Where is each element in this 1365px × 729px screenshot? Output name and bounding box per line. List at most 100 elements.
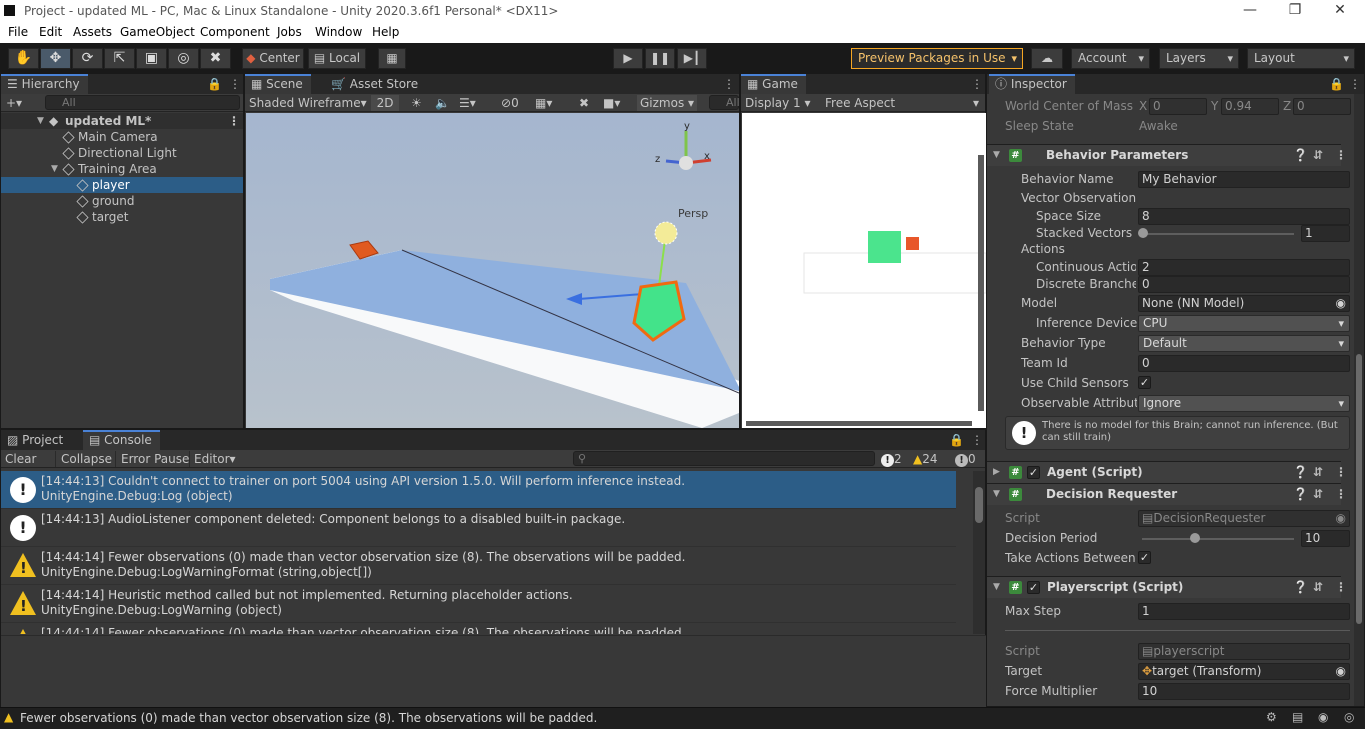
inspector-scrollbar[interactable] — [1354, 94, 1364, 706]
scene-search-input[interactable]: All — [709, 95, 740, 110]
hierarchy-item-directional-light[interactable]: Directional Light — [1, 145, 243, 161]
menu-edit[interactable]: Edit — [39, 25, 62, 39]
pause-button[interactable]: ❚❚ — [645, 48, 675, 69]
component-menu-icon[interactable]: ⋮ — [1335, 577, 1347, 598]
info-count-toggle[interactable]: ! 2 — [881, 451, 902, 467]
help-icon[interactable]: ❔ — [1293, 484, 1308, 505]
error-count-toggle[interactable]: ! 0 — [955, 451, 976, 467]
hierarchy-item-main-camera[interactable]: Main Camera — [1, 129, 243, 145]
transform-tool-icon[interactable]: ◎ — [168, 48, 199, 69]
editor-dropdown[interactable]: Editor▾ — [189, 451, 236, 467]
lock-icon[interactable]: 🔒 — [207, 77, 222, 91]
toggle-2d-button[interactable]: 2D — [371, 95, 399, 111]
observable-attribute-dropdown[interactable]: Ignore — [1138, 395, 1350, 412]
target-field[interactable]: ✥target (Transform) ◉ — [1138, 663, 1350, 680]
console-scrollbar[interactable] — [973, 471, 985, 634]
playerscript-header[interactable]: ▼ # ✓ Playerscript (Script) ❔ ⇵ ⋮ — [987, 576, 1347, 598]
force-multiplier-field[interactable]: 10 — [1138, 683, 1350, 700]
scene-root-row[interactable]: ▼ ◆ updated ML* ⋮ — [1, 113, 243, 129]
rect-tool-icon[interactable]: ▣ — [136, 48, 167, 69]
decision-period-field[interactable]: 10 — [1301, 530, 1350, 547]
stacked-vectors-slider[interactable] — [1142, 233, 1294, 235]
restore-icon[interactable]: ❐ — [1283, 2, 1307, 20]
cache-icon[interactable]: ▤ — [1292, 710, 1303, 724]
space-size-field[interactable]: 8 — [1138, 208, 1350, 225]
tab-hierarchy[interactable]: ☰ Hierarchy — [1, 74, 88, 94]
console-scroll-thumb[interactable] — [975, 487, 983, 523]
persp-label[interactable]: Persp — [678, 207, 708, 220]
preset-icon[interactable]: ⇵ — [1313, 484, 1323, 505]
fold-arrow-icon[interactable]: ▼ — [993, 577, 1000, 598]
menu-window[interactable]: Window — [315, 25, 362, 39]
kebab-menu-icon[interactable]: ⋮ — [229, 77, 241, 91]
use-child-sensors-checkbox[interactable]: ✓ — [1138, 376, 1151, 389]
scale-tool-icon[interactable]: ⇱ — [104, 48, 135, 69]
kebab-menu-icon[interactable]: ⋮ — [723, 77, 735, 91]
console-search-input[interactable]: ⚲ — [573, 451, 875, 466]
add-icon[interactable]: +▾ — [6, 95, 22, 111]
shading-mode-dropdown[interactable]: Shaded Wireframe▾ — [249, 95, 367, 111]
kebab-menu-icon[interactable]: ⋮ — [971, 433, 983, 447]
play-button[interactable]: ▶ — [613, 48, 643, 69]
collapse-button[interactable]: Collapse — [55, 451, 112, 467]
step-button[interactable]: ▶┃ — [677, 48, 707, 69]
custom-tool-icon[interactable]: ✖ — [200, 48, 231, 69]
fold-arrow-icon[interactable]: ▼ — [51, 161, 58, 177]
effects-icon[interactable]: ☰▾ — [459, 95, 476, 111]
continuous-actions-field[interactable]: 2 — [1138, 259, 1350, 276]
cloud-icon[interactable]: ☁ — [1031, 48, 1063, 69]
clear-button[interactable]: Clear — [5, 451, 36, 467]
audio-icon[interactable]: 🔈 — [435, 95, 450, 111]
layout-dropdown[interactable]: Layout — [1247, 48, 1355, 69]
rotate-tool-icon[interactable]: ⟳ — [72, 48, 103, 69]
behavior-parameters-header[interactable]: ▼ # Behavior Parameters ❔ ⇵ ⋮ — [987, 144, 1347, 166]
stacked-vectors-field[interactable]: 1 — [1301, 225, 1350, 242]
console-row[interactable]: ! [14:44:14] Heuristic method called but… — [1, 585, 956, 623]
playerscript-enabled-checkbox[interactable]: ✓ — [1027, 581, 1040, 594]
tab-inspector[interactable]: ⓘ Inspector — [989, 74, 1075, 94]
discrete-branches-field[interactable]: 0 — [1138, 276, 1350, 293]
model-field[interactable]: None (NN Model) ◉ — [1138, 295, 1350, 312]
agent-script-header[interactable]: ▶ # ✓ Agent (Script) ❔ ⇵ ⋮ — [987, 461, 1347, 483]
grid-icon[interactable]: ▦▾ — [535, 95, 552, 111]
game-scrollbar-h[interactable] — [746, 421, 972, 426]
menu-help[interactable]: Help — [372, 25, 399, 39]
network-icon[interactable]: ◎ — [1344, 710, 1354, 724]
object-picker-icon[interactable]: ◉ — [1336, 296, 1346, 311]
fold-arrow-icon[interactable]: ▼ — [993, 145, 1000, 166]
inspector-scroll-thumb[interactable] — [1356, 354, 1362, 624]
preset-icon[interactable]: ⇵ — [1313, 462, 1323, 483]
menu-gameobject[interactable]: GameObject — [120, 25, 195, 39]
warn-count-toggle[interactable]: ▲24 — [913, 451, 938, 467]
account-dropdown[interactable]: Account — [1071, 48, 1150, 69]
hierarchy-item-ground[interactable]: ground — [1, 193, 243, 209]
tab-game[interactable]: ▦ Game — [741, 74, 806, 94]
component-menu-icon[interactable]: ⋮ — [1335, 462, 1347, 483]
help-icon[interactable]: ❔ — [1293, 462, 1308, 483]
lock-icon[interactable]: 🔒 — [1329, 77, 1344, 91]
lighting-icon[interactable]: ☀ — [411, 95, 422, 111]
tab-asset-store[interactable]: 🛒 Asset Store — [325, 74, 426, 94]
fold-arrow-icon[interactable]: ▶ — [993, 462, 1000, 483]
game-viewport[interactable] — [742, 113, 986, 428]
kebab-menu-icon[interactable]: ⋮ — [1349, 77, 1361, 91]
close-icon[interactable]: ✕ — [1328, 2, 1352, 20]
max-step-field[interactable]: 1 — [1138, 603, 1350, 620]
take-actions-between-checkbox[interactable]: ✓ — [1138, 551, 1151, 564]
component-menu-icon[interactable]: ⋮ — [1335, 484, 1347, 505]
preset-icon[interactable]: ⇵ — [1313, 577, 1323, 598]
move-tool-icon[interactable]: ✥ — [40, 48, 71, 69]
kebab-menu-icon[interactable]: ⋮ — [971, 77, 983, 91]
hierarchy-search-input[interactable]: All — [45, 95, 240, 110]
camera-icon[interactable]: ■▾ — [603, 95, 620, 111]
status-message[interactable]: Fewer observations (0) made than vector … — [20, 711, 597, 725]
behavior-name-field[interactable]: My Behavior — [1138, 171, 1350, 188]
decision-period-slider[interactable] — [1142, 538, 1294, 540]
console-row[interactable]: ! [14:44:13] Couldn't connect to trainer… — [1, 471, 956, 509]
agent-enabled-checkbox[interactable]: ✓ — [1027, 466, 1040, 479]
inference-device-dropdown[interactable]: CPU — [1138, 315, 1350, 332]
decision-period-knob[interactable] — [1189, 533, 1200, 543]
minimize-icon[interactable]: — — [1238, 2, 1262, 20]
console-row[interactable]: ! [14:44:14] Fewer observations (0) made… — [1, 623, 956, 634]
behavior-type-dropdown[interactable]: Default — [1138, 335, 1350, 352]
